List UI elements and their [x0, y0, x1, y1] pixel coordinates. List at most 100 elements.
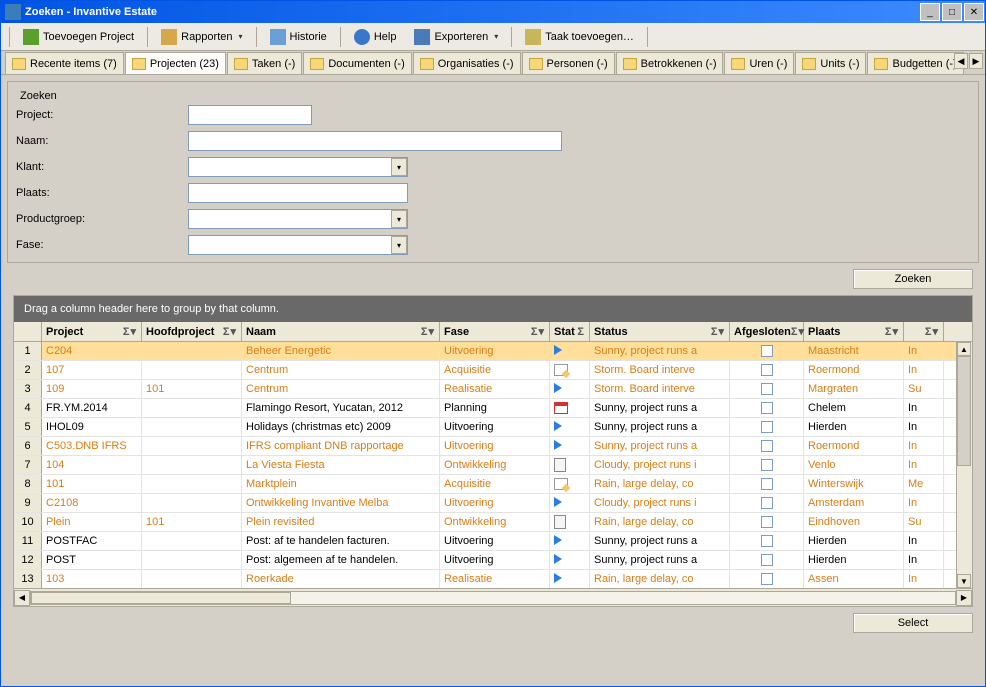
select-button[interactable]: Select [853, 613, 973, 633]
checkbox[interactable] [761, 554, 773, 566]
cell-text: In [908, 459, 917, 471]
cell-afgesloten [730, 551, 804, 569]
cell-hoofdproject [142, 418, 242, 436]
combo-productgroep-arrow[interactable]: ▾ [391, 210, 407, 228]
toolbar-add-project[interactable]: Toevoegen Project [16, 26, 141, 48]
cell-naam: Post: af te handelen facturen. [242, 532, 440, 550]
checkbox[interactable] [761, 440, 773, 452]
tab-item[interactable]: Taken (-) [227, 52, 302, 74]
cell-text: C2108 [46, 497, 78, 509]
close-button[interactable]: ✕ [964, 3, 984, 21]
table-row[interactable]: 4FR.YM.2014Flamingo Resort, Yucatan, 201… [14, 399, 972, 418]
cell-status: Cloudy, project runs i [590, 456, 730, 474]
checkbox[interactable] [761, 478, 773, 490]
col-header-hoofdproject[interactable]: HoofdprojectΣ▾ [142, 322, 242, 341]
col-header-status[interactable]: StatusΣ▾ [590, 322, 730, 341]
checkbox[interactable] [761, 402, 773, 414]
table-row[interactable]: 10Plein101Plein revisitedOntwikkelingRai… [14, 513, 972, 532]
col-header-stat[interactable]: StatΣ [550, 322, 590, 341]
combo-fase-arrow[interactable]: ▾ [391, 236, 407, 254]
col-header-more[interactable]: Σ▾ [904, 322, 944, 341]
vscroll-down[interactable]: ▼ [957, 574, 971, 588]
tab-item[interactable]: Uren (-) [724, 52, 794, 74]
hscroll-left[interactable]: ◀ [14, 590, 30, 606]
table-row[interactable]: 9C2108Ontwikkeling Invantive MelbaUitvoe… [14, 494, 972, 513]
cell-text: Marktplein [246, 478, 297, 490]
table-row[interactable]: 13103RoerkadeRealisatieRain, large delay… [14, 570, 972, 588]
hscroll-track[interactable] [30, 591, 956, 605]
col-header-project[interactable]: ProjectΣ▾ [42, 322, 142, 341]
combo-fase[interactable] [188, 235, 408, 255]
hscroll-thumb[interactable] [31, 592, 291, 604]
input-plaats[interactable] [188, 183, 408, 203]
checkbox[interactable] [761, 497, 773, 509]
minimize-button[interactable]: _ [920, 3, 940, 21]
toolbar-history[interactable]: Historie [263, 26, 334, 48]
tab-label: Recente items (7) [30, 58, 117, 70]
cell-extra: In [904, 399, 944, 417]
col-header-afgesloten[interactable]: AfgeslotenΣ▾ [730, 322, 804, 341]
cell-naam: Post: algemeen af te handelen. [242, 551, 440, 569]
play-icon [554, 535, 562, 548]
tab-item[interactable]: Betrokkenen (-) [616, 52, 724, 74]
cell-stat [550, 418, 590, 436]
combo-klant-arrow[interactable]: ▾ [391, 158, 407, 176]
checkbox[interactable] [761, 459, 773, 471]
checkbox[interactable] [761, 345, 773, 357]
checkbox[interactable] [761, 383, 773, 395]
table-row[interactable]: 8101MarktpleinAcquisitieRain, large dela… [14, 475, 972, 494]
col-header-naam[interactable]: NaamΣ▾ [242, 322, 440, 341]
group-by-bar[interactable]: Drag a column header here to group by th… [14, 296, 972, 322]
vscroll-thumb[interactable] [957, 356, 971, 466]
toolbar-export[interactable]: Exporteren [407, 26, 505, 48]
tab-item[interactable]: Documenten (-) [303, 52, 411, 74]
toolbar-reports[interactable]: Rapporten [154, 26, 249, 48]
cell-text: Rain, large delay, co [594, 516, 693, 528]
checkbox[interactable] [761, 535, 773, 547]
vscroll-up[interactable]: ▲ [957, 342, 971, 356]
cell-rownum: 2 [14, 361, 42, 379]
input-naam[interactable] [188, 131, 562, 151]
tab-item[interactable]: Organisaties (-) [413, 52, 521, 74]
table-row[interactable]: 3109101CentrumRealisatieStorm. Board int… [14, 380, 972, 399]
hscroll-right[interactable]: ▶ [956, 590, 972, 606]
table-row[interactable]: 5IHOL09Holidays (christmas etc) 2009Uitv… [14, 418, 972, 437]
checkbox[interactable] [761, 573, 773, 585]
grid-hscroll[interactable]: ◀ ▶ [14, 588, 972, 606]
tab-item[interactable]: Projecten (23) [125, 52, 226, 74]
tab-item[interactable]: Personen (-) [522, 52, 615, 74]
cell-rownum: 1 [14, 342, 42, 360]
col-header-rownum[interactable] [14, 322, 42, 341]
cell-extra: Me [904, 475, 944, 493]
tab-item[interactable]: Budgetten (-) [867, 52, 963, 74]
cell-text: Centrum [246, 383, 288, 395]
tab-item[interactable]: Recente items (7) [5, 52, 124, 74]
toolbar-add-task[interactable]: Taak toevoegen… [518, 26, 641, 48]
cell-naam: Marktplein [242, 475, 440, 493]
table-row[interactable]: 1C204Beheer EnergeticUitvoeringSunny, pr… [14, 342, 972, 361]
table-row[interactable]: 12POSTPost: algemeen af te handelen.Uitv… [14, 551, 972, 570]
table-row[interactable]: 6C503.DNB IFRSIFRS compliant DNB rapport… [14, 437, 972, 456]
zoeken-button[interactable]: Zoeken [853, 269, 973, 289]
tab-scroll-right[interactable]: ▶ [969, 53, 983, 69]
col-header-plaats[interactable]: PlaatsΣ▾ [804, 322, 904, 341]
col-header-fase[interactable]: FaseΣ▾ [440, 322, 550, 341]
cell-stat [550, 475, 590, 493]
checkbox[interactable] [761, 421, 773, 433]
combo-productgroep[interactable] [188, 209, 408, 229]
table-row[interactable]: 7104La Viesta FiestaOntwikkelingCloudy, … [14, 456, 972, 475]
checkbox[interactable] [761, 516, 773, 528]
tab-label: Projecten (23) [150, 58, 219, 70]
grid-vscroll[interactable]: ▲ ▼ [956, 342, 972, 588]
maximize-button[interactable]: □ [942, 3, 962, 21]
cell-stat [550, 342, 590, 360]
input-project[interactable] [188, 105, 312, 125]
checkbox[interactable] [761, 364, 773, 376]
cell-stat [550, 532, 590, 550]
tab-scroll-left[interactable]: ◀ [954, 53, 968, 69]
tab-item[interactable]: Units (-) [795, 52, 866, 74]
table-row[interactable]: 11POSTFACPost: af te handelen facturen.U… [14, 532, 972, 551]
table-row[interactable]: 2107CentrumAcquisitieStorm. Board interv… [14, 361, 972, 380]
toolbar-help[interactable]: Help [347, 26, 404, 48]
combo-klant[interactable] [188, 157, 408, 177]
